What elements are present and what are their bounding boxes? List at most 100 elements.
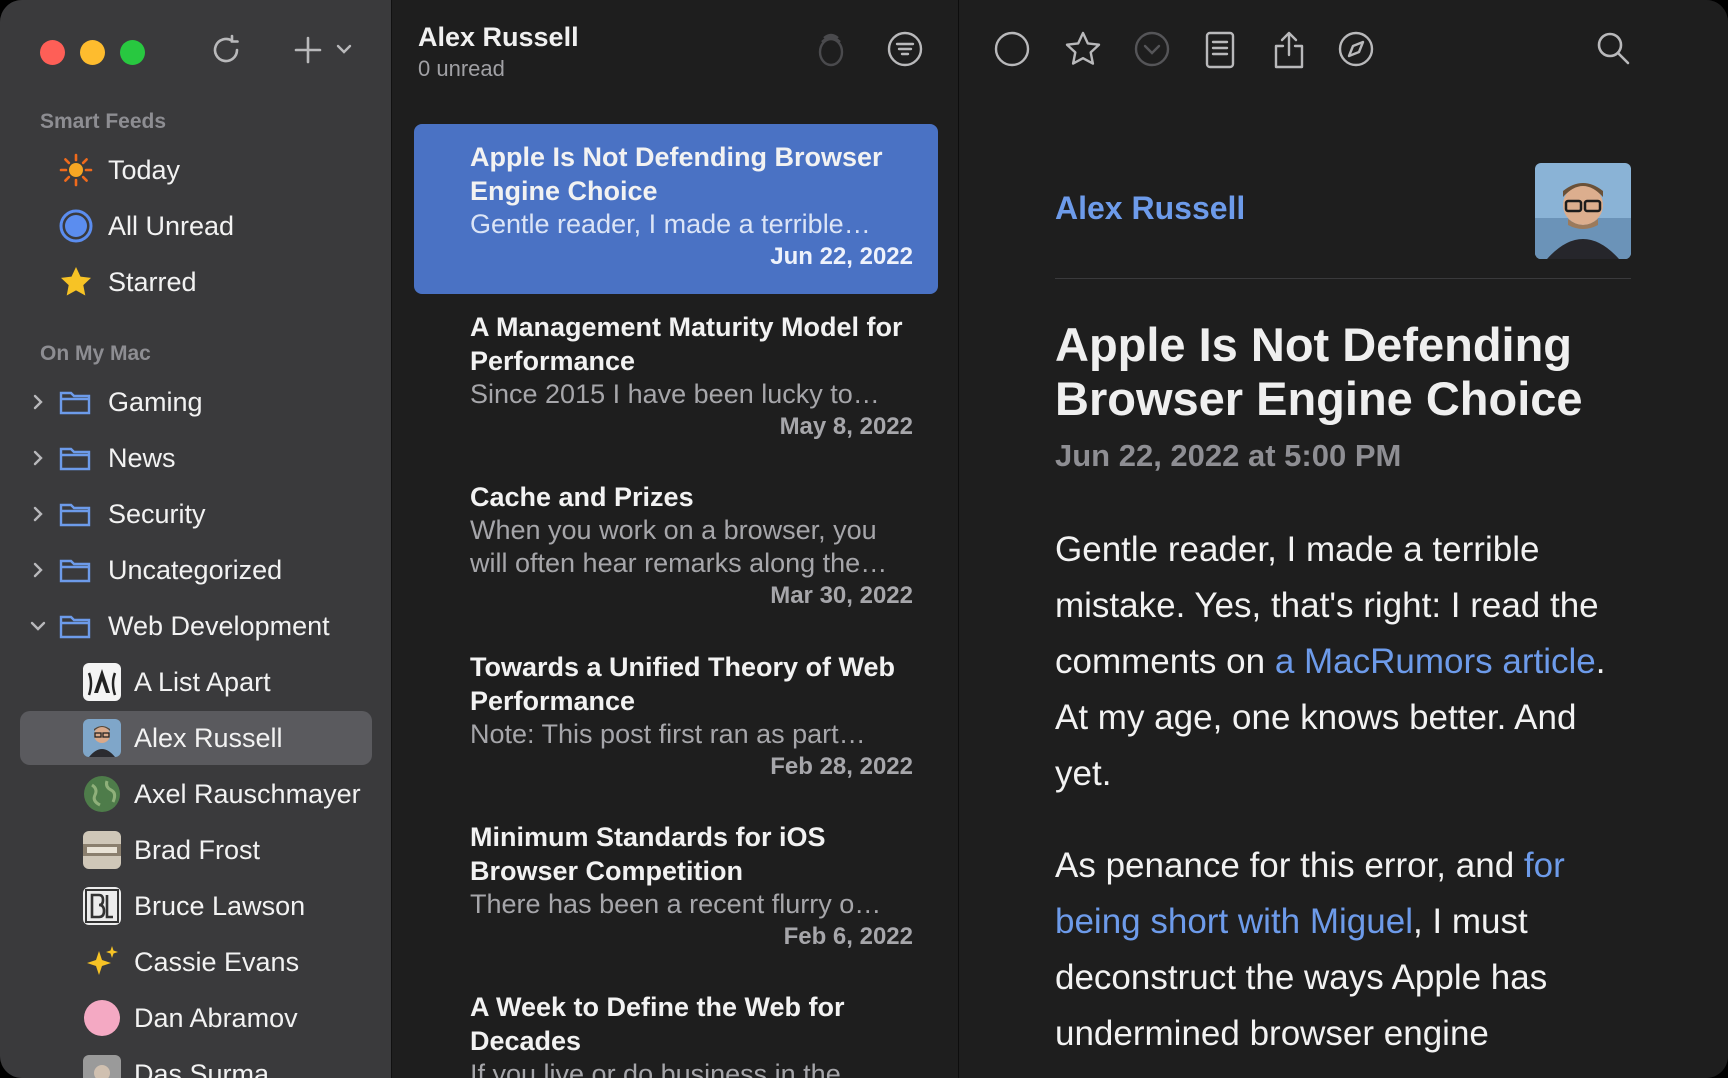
article-summary: Gentle reader, I made a terrible… [470, 209, 871, 239]
feed-cassie-evans[interactable]: Cassie Evans [20, 935, 372, 989]
article-row[interactable]: A Week to Define the Web for Decades If … [414, 974, 938, 1078]
alex-russell-avatar [83, 719, 121, 757]
smart-feed-all-unread[interactable]: All Unread [20, 199, 372, 253]
smart-feed-starred[interactable]: Starred [20, 255, 372, 309]
feed-bruce-lawson[interactable]: Bruce Lawson [20, 879, 372, 933]
mark-unread-icon[interactable] [993, 30, 1031, 73]
body-paragraph: Gentle reader, I made a terrible mistake… [1055, 522, 1615, 802]
star-icon [61, 267, 91, 296]
star-icon[interactable] [1063, 30, 1103, 73]
zoom-window-button[interactable] [120, 40, 145, 65]
sidebar: Smart Feeds Today All Unread Starred On [0, 0, 392, 1078]
folder-label: Uncategorized [108, 554, 283, 585]
on-my-mac-header: On My Mac [40, 342, 151, 365]
filter-icon[interactable] [886, 30, 924, 73]
folder-web-development[interactable]: Web Development [20, 599, 372, 653]
feed-label: Cassie Evans [134, 946, 300, 977]
a-list-apart-icon [83, 663, 121, 701]
chevron-right-icon[interactable] [28, 560, 48, 580]
article-title: Towards a Unified Theory of Web Performa… [470, 652, 896, 716]
chevron-down-icon[interactable] [335, 42, 353, 56]
article-title: A Management Maturity Model for Performa… [470, 312, 903, 376]
unread-count: 0 unread [418, 56, 505, 81]
sparkles-icon [87, 946, 118, 975]
article-author[interactable]: Alex Russell [1055, 190, 1245, 227]
folder-uncategorized[interactable]: Uncategorized [20, 543, 372, 597]
open-in-browser-icon[interactable] [1337, 30, 1375, 73]
article-row-selected[interactable]: Apple Is Not Defending Browser Engine Ch… [414, 124, 938, 294]
reader-view-icon[interactable] [1203, 30, 1237, 75]
feed-label: Dan Abramov [134, 1002, 298, 1033]
article-datetime: Jun 22, 2022 at 5:00 PM [1055, 438, 1402, 473]
smart-feed-today[interactable]: Today [20, 143, 372, 197]
article-title: A Week to Define the Web for Decades [470, 992, 845, 1056]
smart-feed-label: Today [108, 154, 181, 185]
article-row[interactable]: Minimum Standards for iOS Browser Compet… [414, 804, 938, 974]
feed-label: Brad Frost [134, 834, 261, 865]
feed-label: Das Surma [134, 1058, 270, 1078]
folder-icon [59, 447, 91, 471]
share-icon[interactable] [1271, 30, 1307, 75]
app-window: Smart Feeds Today All Unread Starred On [0, 0, 1728, 1078]
folder-icon [59, 615, 91, 639]
smart-feed-label: Starred [108, 266, 197, 297]
feed-label: A List Apart [134, 666, 271, 697]
feed-label: Alex Russell [134, 722, 283, 753]
folder-label: Gaming [108, 386, 203, 417]
header-divider [1055, 278, 1631, 279]
article-summary: If you live or do business in the… [470, 1059, 868, 1078]
chevron-right-icon[interactable] [28, 448, 48, 468]
article-date: Mar 30, 2022 [770, 582, 913, 609]
article-list-pane: Alex Russell 0 unread Apple Is Not Defen… [392, 0, 959, 1078]
feed-axel-rauschmayer[interactable]: Axel Rauschmayer [20, 767, 372, 821]
folder-label: News [108, 442, 176, 473]
refresh-icon[interactable] [208, 32, 244, 68]
close-window-button[interactable] [40, 40, 65, 65]
globe-icon [84, 776, 120, 812]
folder-gaming[interactable]: Gaming [20, 375, 372, 429]
folder-security[interactable]: Security [20, 487, 372, 541]
smart-feed-label: All Unread [108, 210, 235, 241]
body-paragraph: As penance for this error, and for being… [1055, 838, 1615, 1062]
article-date: Feb 6, 2022 [783, 923, 913, 950]
folder-label: Web Development [108, 610, 330, 641]
unread-circle-icon [59, 209, 93, 243]
folder-icon [59, 391, 91, 415]
article-date: May 8, 2022 [779, 413, 913, 440]
article-title: Apple Is Not Defending Browser Engine Ch… [470, 142, 883, 206]
article-title: Cache and Prizes [470, 482, 694, 512]
feed-alex-russell[interactable]: Alex Russell [20, 711, 372, 765]
folder-news[interactable]: News [20, 431, 372, 485]
sun-icon [59, 153, 93, 187]
article-row[interactable]: Cache and Prizes When you work on a brow… [414, 464, 938, 634]
macrumors-article-link[interactable]: a MacRumors article [1275, 642, 1596, 681]
article-row[interactable]: Towards a Unified Theory of Web Performa… [414, 634, 938, 804]
article-date: Jun 22, 2022 [770, 243, 913, 270]
chevron-right-icon[interactable] [28, 504, 48, 524]
mark-all-read-icon [1133, 30, 1171, 73]
pink-circle-icon [84, 1000, 120, 1036]
add-icon[interactable] [290, 32, 326, 68]
feed-brad-frost[interactable]: Brad Frost [20, 823, 372, 877]
article-row[interactable]: A Management Maturity Model for Performa… [414, 294, 938, 464]
article-headline: Apple Is Not Defending Browser Engine Ch… [1055, 318, 1583, 425]
feed-a-list-apart[interactable]: A List Apart [20, 655, 372, 709]
article-body: Gentle reader, I made a terrible mistake… [1055, 522, 1615, 1078]
search-icon[interactable] [1595, 30, 1631, 71]
feed-das-surma[interactable]: Das Surma [20, 1047, 372, 1078]
feed-dan-abramov[interactable]: Dan Abramov [20, 991, 372, 1045]
progress-spinner-icon [814, 30, 848, 75]
reader-pane: Alex Russell Apple Is Not Defending Brow… [959, 0, 1728, 1078]
article-summary: Note: This post first ran as part… [470, 719, 866, 749]
chevron-right-icon[interactable] [28, 392, 48, 412]
chevron-down-icon[interactable] [28, 616, 48, 636]
minimize-window-button[interactable] [80, 40, 105, 65]
window-controls [40, 40, 145, 65]
author-avatar [1535, 163, 1631, 259]
article-date: Feb 28, 2022 [770, 753, 913, 780]
bruce-lawson-icon [83, 887, 121, 925]
article-summary: Since 2015 I have been lucky to… [470, 379, 880, 409]
feed-label: Bruce Lawson [134, 890, 306, 921]
article-title: Minimum Standards for iOS Browser Compet… [470, 822, 826, 886]
folder-icon [59, 503, 91, 527]
